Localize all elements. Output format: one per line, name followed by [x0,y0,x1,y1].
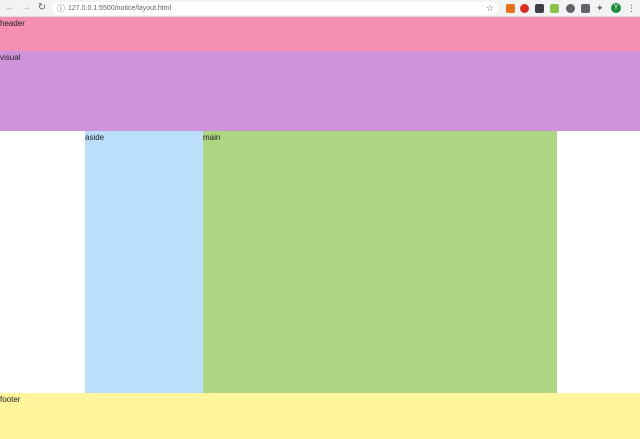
extension-icon[interactable] [550,4,559,13]
extension-icon[interactable] [566,4,575,13]
header-label: header [0,19,25,28]
footer-section: footer [0,393,640,439]
info-icon[interactable]: ⓘ [57,3,65,14]
back-arrow-icon[interactable]: ← [4,2,16,14]
address-bar[interactable]: ⓘ 127.0.0.1:5500/notice/layout.html ☆ [52,2,498,15]
visual-section: visual [0,51,640,131]
bookmark-star-icon[interactable]: ☆ [486,2,494,15]
url-text[interactable]: 127.0.0.1:5500/notice/layout.html [68,2,171,15]
menu-dots-icon[interactable]: ⋮ [627,2,636,14]
extension-icon[interactable] [506,4,515,13]
profile-avatar[interactable]: Y [611,3,621,13]
extension-icon[interactable] [520,4,529,13]
extension-icon[interactable] [581,4,590,13]
extension-icon[interactable] [535,4,544,13]
browser-toolbar: ← → ↻ ⓘ 127.0.0.1:5500/notice/layout.htm… [0,0,640,17]
reload-icon[interactable]: ↻ [36,2,48,14]
main-section: main [203,131,557,393]
visual-label: visual [0,53,21,62]
aside-section: aside [85,131,203,393]
forward-arrow-icon[interactable]: → [20,2,32,14]
aside-label: aside [85,133,105,142]
footer-label: footer [0,395,21,404]
puzzle-extensions-icon[interactable]: ✦ [596,4,605,13]
header-section: header [0,17,640,51]
main-label: main [203,133,221,142]
